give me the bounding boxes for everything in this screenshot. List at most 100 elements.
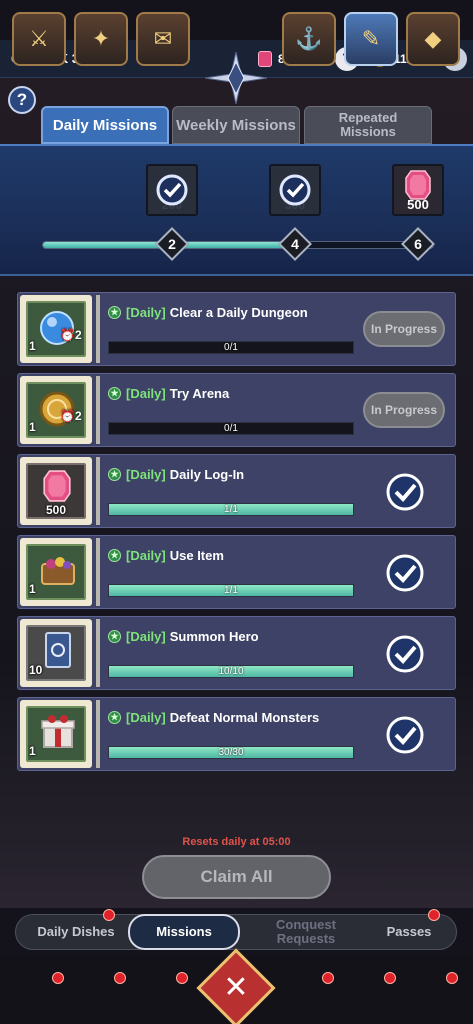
mission-reward-icon[interactable]: 500 xyxy=(20,457,92,525)
tab-weekly-missions[interactable]: Weekly Missions xyxy=(172,106,300,144)
mission-name: Try Arena xyxy=(169,386,230,401)
progress-text: 1/1 xyxy=(224,504,238,515)
mission-row: 1 ★ [Daily] Use Item 1/1 xyxy=(17,535,456,609)
claimed-check-icon xyxy=(156,174,188,206)
reward-quantity: 1 xyxy=(29,582,36,596)
mission-reward-icon[interactable]: ⏰2 1 xyxy=(20,376,92,444)
mission-row: 500 ★ [Daily] Daily Log-In 1/1 xyxy=(17,454,456,528)
mission-name: Use Item xyxy=(169,548,224,563)
in-progress-button[interactable]: In Progress xyxy=(363,311,445,347)
milestone-panel: 200 300 500 2 4 6 xyxy=(0,144,473,276)
mission-progress-bar: 1/1 xyxy=(108,584,354,597)
mission-progress-bar: 0/1 xyxy=(108,422,354,435)
helmet-icon: ⚔ xyxy=(29,26,49,51)
subtab-conquest-requests[interactable]: Conquest Requests xyxy=(248,915,364,949)
mission-row: ⏰2 1 ★ [Daily] Clear a Daily Dungeon 0/1… xyxy=(17,292,456,366)
book-icon: ✉ xyxy=(153,26,173,51)
close-icon: ✕ xyxy=(223,971,249,1004)
reward-quantity: 1 xyxy=(29,420,36,434)
ticket-count: ⏰2 xyxy=(60,328,82,342)
subtab-missions[interactable]: Missions xyxy=(128,914,240,950)
mission-title: ★ [Daily] Use Item xyxy=(108,548,224,563)
sub-navigation: Daily Dishes Missions Conquest Requests … xyxy=(15,914,457,950)
reset-timer-text: Resets daily at 05:00 xyxy=(182,836,291,848)
notification-dot xyxy=(52,972,64,984)
star-icon: ★ xyxy=(108,468,121,481)
notification-dot xyxy=(114,972,126,984)
mission-name: Defeat Normal Monsters xyxy=(169,710,320,725)
reward-quantity: 500 xyxy=(45,503,67,517)
dock-guild-button[interactable]: ⚓ xyxy=(282,12,336,66)
progress-text: 1/1 xyxy=(224,585,238,596)
notification-dot xyxy=(322,972,334,984)
mission-title: ★ [Daily] Daily Log-In xyxy=(108,467,244,482)
progress-text: 0/1 xyxy=(224,342,238,353)
notification-dot xyxy=(176,972,188,984)
notification-dot xyxy=(446,972,458,984)
compass-emblem-icon xyxy=(205,52,267,104)
dock-mission-button[interactable]: ✎ xyxy=(344,12,398,66)
tab-repeated-missions[interactable]: Repeated Missions xyxy=(304,106,432,144)
star-icon: ★ xyxy=(108,306,121,319)
completed-check-icon[interactable] xyxy=(385,715,425,755)
claim-all-button[interactable]: Claim All xyxy=(142,855,331,899)
subtab-passes[interactable]: Passes xyxy=(364,915,454,949)
notification-dot xyxy=(384,972,396,984)
tab-daily-missions[interactable]: Daily Missions xyxy=(41,106,169,144)
progress-text: 10/10 xyxy=(218,666,244,677)
daily-tag: [Daily] xyxy=(126,548,166,563)
milestone-track xyxy=(42,241,434,249)
reward-quantity: 10 xyxy=(29,663,43,677)
mission-row: 10 ★ [Daily] Summon Hero 10/10 xyxy=(17,616,456,690)
milestone-reward-1[interactable]: 200 xyxy=(146,164,198,216)
notification-dot xyxy=(103,909,115,921)
star-icon: ★ xyxy=(108,387,121,400)
daily-tag: [Daily] xyxy=(126,710,166,725)
dock-inventory-button[interactable]: ✦ xyxy=(74,12,128,66)
daily-tag: [Daily] xyxy=(126,305,166,320)
completed-check-icon[interactable] xyxy=(385,634,425,674)
mission-row: ⏰2 1 ★ [Daily] Try Arena 0/1 In Progress xyxy=(17,373,456,447)
mission-name: Daily Log-In xyxy=(169,467,245,482)
milestone-reward-2[interactable]: 300 xyxy=(269,164,321,216)
completed-check-icon[interactable] xyxy=(385,472,425,512)
row-divider xyxy=(96,457,100,525)
reward-quantity: 1 xyxy=(29,339,36,353)
daily-tag: [Daily] xyxy=(126,467,166,482)
row-divider xyxy=(96,619,100,687)
mission-progress-bar: 1/1 xyxy=(108,503,354,516)
mission-name: Clear a Daily Dungeon xyxy=(169,305,308,320)
notification-dot xyxy=(428,909,440,921)
scroll-icon: ✎ xyxy=(361,26,381,51)
mission-title: ★ [Daily] Summon Hero xyxy=(108,629,259,644)
dock-shop-button[interactable]: ◆ xyxy=(406,12,460,66)
milestone-node-6-label: 6 xyxy=(414,236,422,252)
in-progress-button[interactable]: In Progress xyxy=(363,392,445,428)
mission-reward-icon[interactable]: 1 xyxy=(20,700,92,768)
reward-quantity: 1 xyxy=(29,744,36,758)
dock-hero-button[interactable]: ⚔ xyxy=(12,12,66,66)
mission-title: ★ [Daily] Clear a Daily Dungeon xyxy=(108,305,308,320)
gift-box-icon xyxy=(41,715,75,748)
dock-quest-button[interactable]: ✉ xyxy=(136,12,190,66)
daily-tag: [Daily] xyxy=(126,386,166,401)
mission-tabs: Daily Missions Weekly Missions Repeated … xyxy=(0,104,473,144)
chest-icon: ◆ xyxy=(424,26,442,51)
mission-reward-icon[interactable]: ⏰2 1 xyxy=(20,295,92,363)
mission-progress-bar: 0/1 xyxy=(108,341,354,354)
milestone-node-4-label: 4 xyxy=(291,236,299,252)
milestone-reward-3[interactable]: 500 xyxy=(392,164,444,216)
star-icon: ★ xyxy=(108,630,121,643)
subtab-daily-dishes[interactable]: Daily Dishes xyxy=(22,915,130,949)
treasure-chest-icon xyxy=(41,557,75,585)
row-divider xyxy=(96,538,100,606)
summon-card-icon xyxy=(45,632,71,668)
mission-reward-icon[interactable]: 10 xyxy=(20,619,92,687)
daily-tag: [Daily] xyxy=(126,629,166,644)
milestone-node-2-label: 2 xyxy=(168,236,176,252)
crest-icon: ⚓ xyxy=(295,26,323,51)
mission-title: ★ [Daily] Defeat Normal Monsters xyxy=(108,710,319,725)
mission-reward-icon[interactable]: 1 xyxy=(20,538,92,606)
row-divider xyxy=(96,295,100,363)
completed-check-icon[interactable] xyxy=(385,553,425,593)
